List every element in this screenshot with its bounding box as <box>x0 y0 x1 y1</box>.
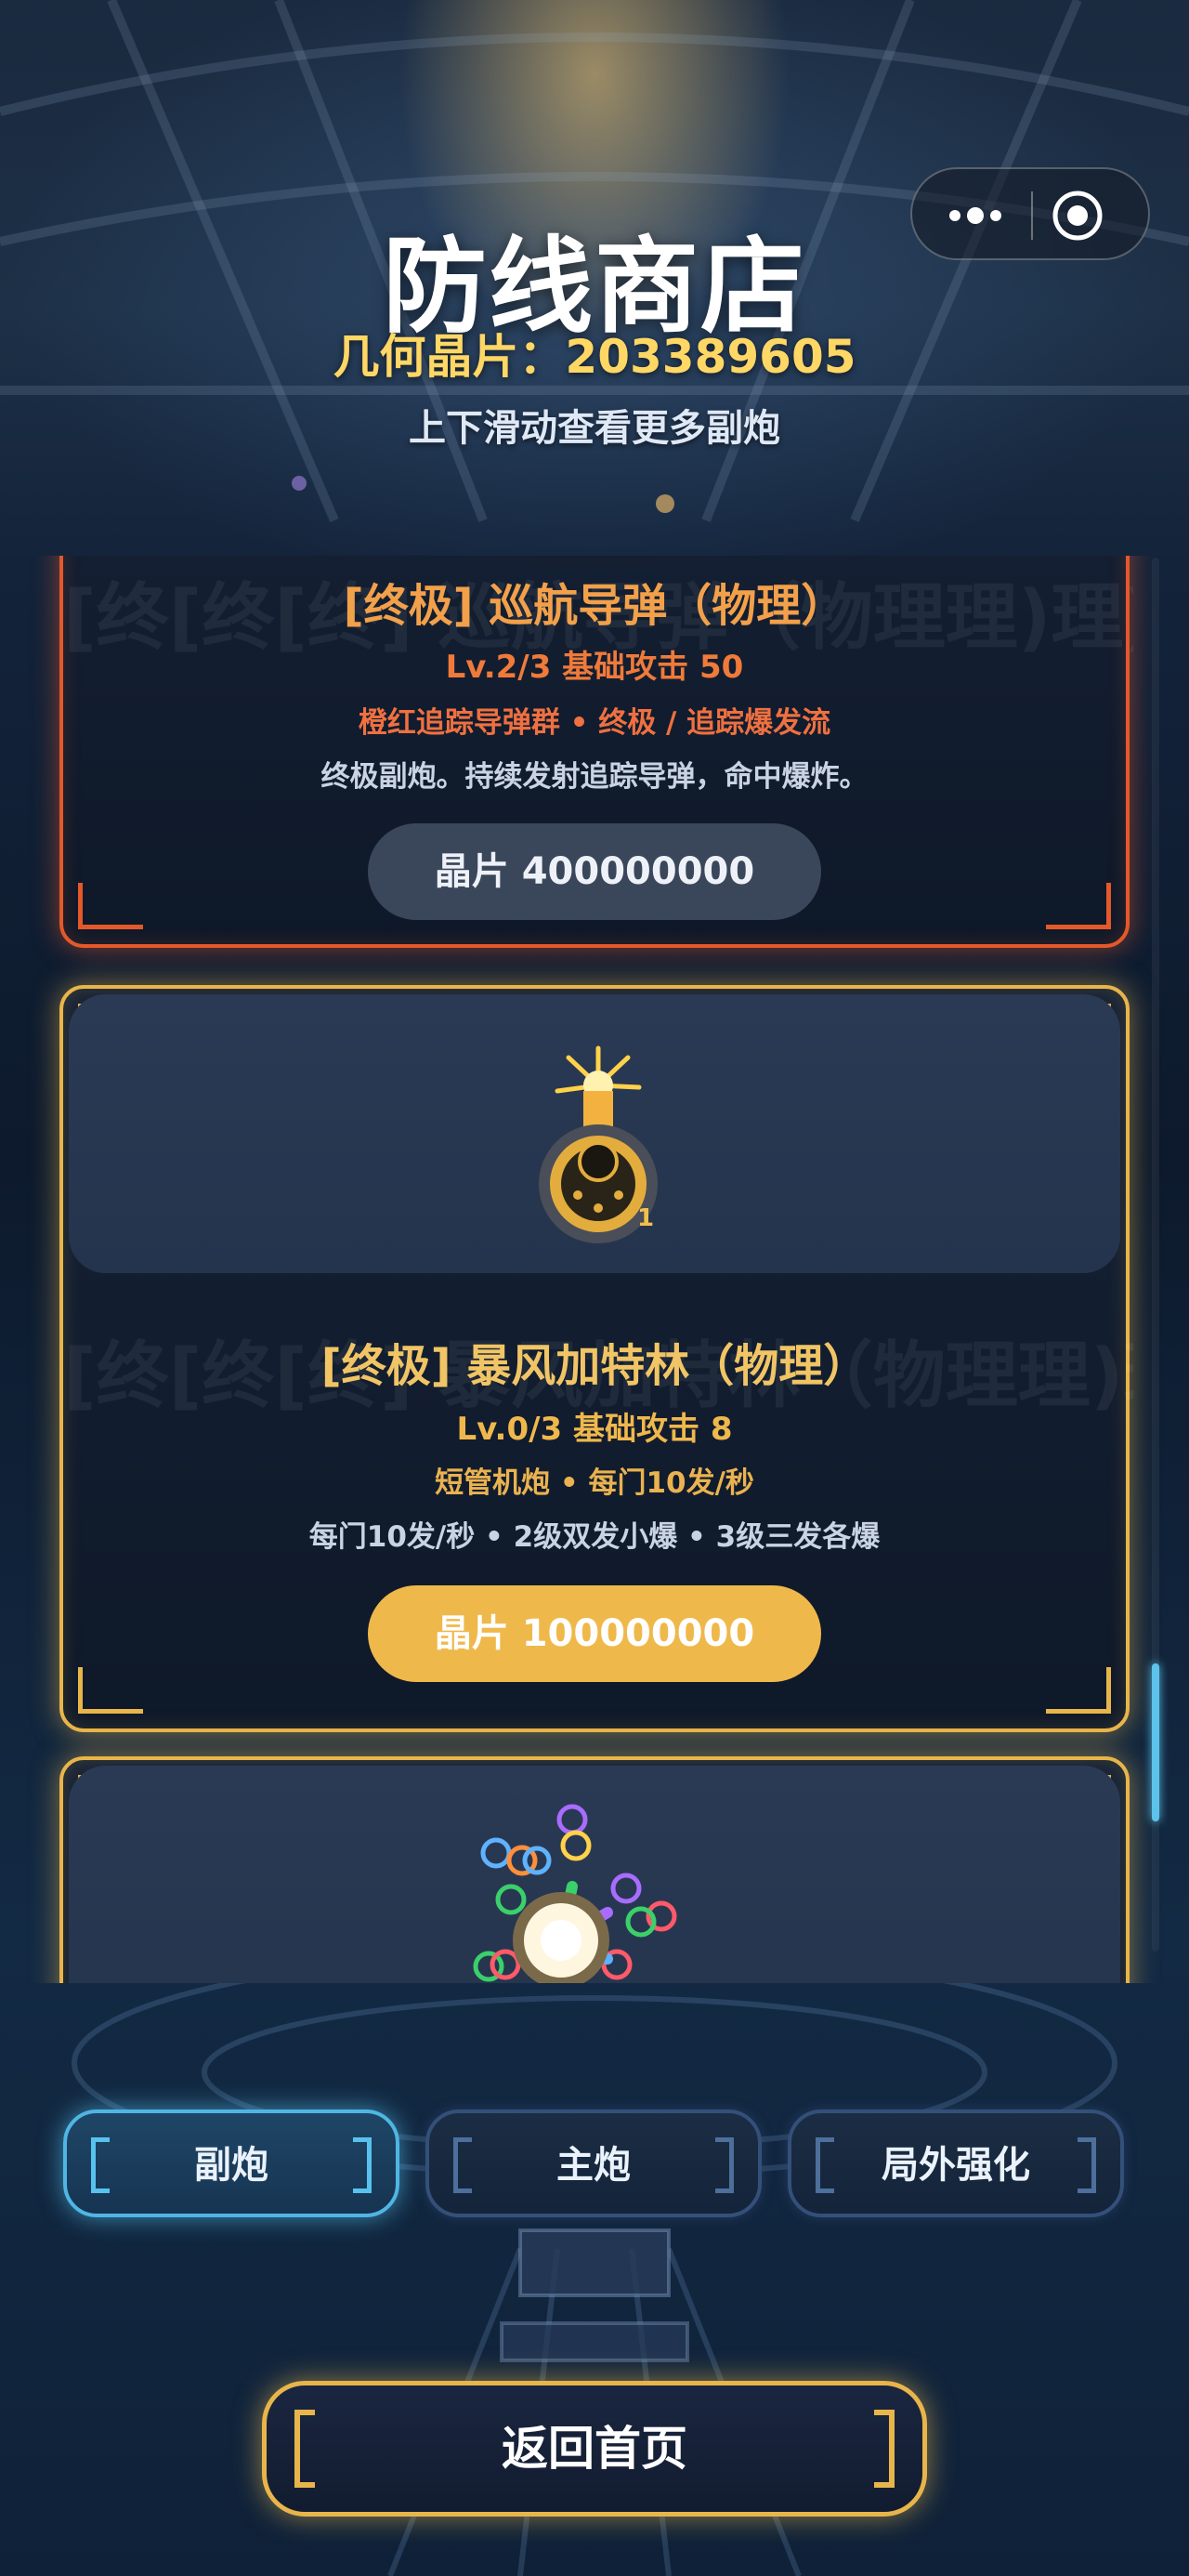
card-corner-decoration <box>78 883 143 929</box>
card-tags: 橙红追踪导弹群 • 终极 / 追踪爆发流 <box>358 706 831 740</box>
card-tags: 短管机炮 • 每门10发/秒 <box>435 1466 754 1500</box>
list-scrollbar[interactable] <box>1152 558 1159 1952</box>
card-level: Lv.0/3 基础攻击 8 <box>456 1411 733 1448</box>
tab-label: 副炮 <box>194 2144 268 2187</box>
card-corner-decoration <box>78 1667 143 1714</box>
tab-bracket-decoration <box>1078 2137 1096 2193</box>
buy-button[interactable]: 晶片 100000000 <box>368 1585 821 1682</box>
shop-card-cruise-missile: [终[终[终] 巡航导弹（物理理)理) [终极] 巡航导弹（物理） Lv.2/3… <box>59 556 1133 948</box>
scrollbar-thumb[interactable] <box>1152 1663 1159 1821</box>
tab-bracket-decoration <box>453 2137 472 2193</box>
card-corner-decoration <box>1046 883 1111 929</box>
button-bracket-decoration <box>294 2410 315 2488</box>
card-name: [终极] 暴风加特林（物理） <box>320 1340 869 1392</box>
tab-bracket-decoration <box>353 2137 372 2193</box>
back-home-button[interactable]: 返回首页 <box>262 2381 927 2517</box>
shop-card-rainbow-burst <box>59 1756 1130 1983</box>
card-description: 每门10发/秒 • 2级双发小爆 • 3级三发各爆 <box>308 1520 881 1554</box>
buy-button[interactable]: 晶片 400000000 <box>368 823 821 920</box>
shop-card-storm-gatling: 1 [终[终[终] 暴风加特林（物理理)理) [终极] 暴风加特林（物理） Lv… <box>59 985 1133 1732</box>
turret-list[interactable]: [终[终[终] 巡航导弹（物理理)理) [终极] 巡航导弹（物理） Lv.2/3… <box>0 556 1189 1983</box>
tab-label: 局外强化 <box>882 2144 1030 2187</box>
shop-page: 防线商店 几何晶片：203389605 上下滑动查看更多副炮 [终[终[终] 巡… <box>0 0 1189 2576</box>
tab-bracket-decoration <box>91 2137 110 2193</box>
tab-bracket-decoration <box>715 2137 734 2193</box>
tab-bracket-decoration <box>816 2137 834 2193</box>
tab-label: 主炮 <box>556 2144 631 2187</box>
scroll-hint: 上下滑动查看更多副炮 <box>409 407 780 450</box>
tab-secondary-cannon[interactable]: 副炮 <box>63 2109 399 2217</box>
back-home-label: 返回首页 <box>502 2422 687 2476</box>
card-description: 终极副炮。持续发射追踪导弹，命中爆炸。 <box>320 760 869 794</box>
currency-balance: 几何晶片：203389605 <box>333 330 856 384</box>
tab-main-cannon[interactable]: 主炮 <box>425 2109 762 2217</box>
card-corner-decoration <box>1046 1667 1111 1714</box>
button-bracket-decoration <box>874 2410 895 2488</box>
card-level: Lv.2/3 基础攻击 50 <box>445 649 744 686</box>
card-name: [终极] 巡航导弹（物理） <box>343 580 846 632</box>
tab-meta-upgrades[interactable]: 局外强化 <box>788 2109 1124 2217</box>
rainbow-burst-turret-icon <box>473 1804 677 1983</box>
turret-count-badge: 1 <box>637 1204 655 1232</box>
